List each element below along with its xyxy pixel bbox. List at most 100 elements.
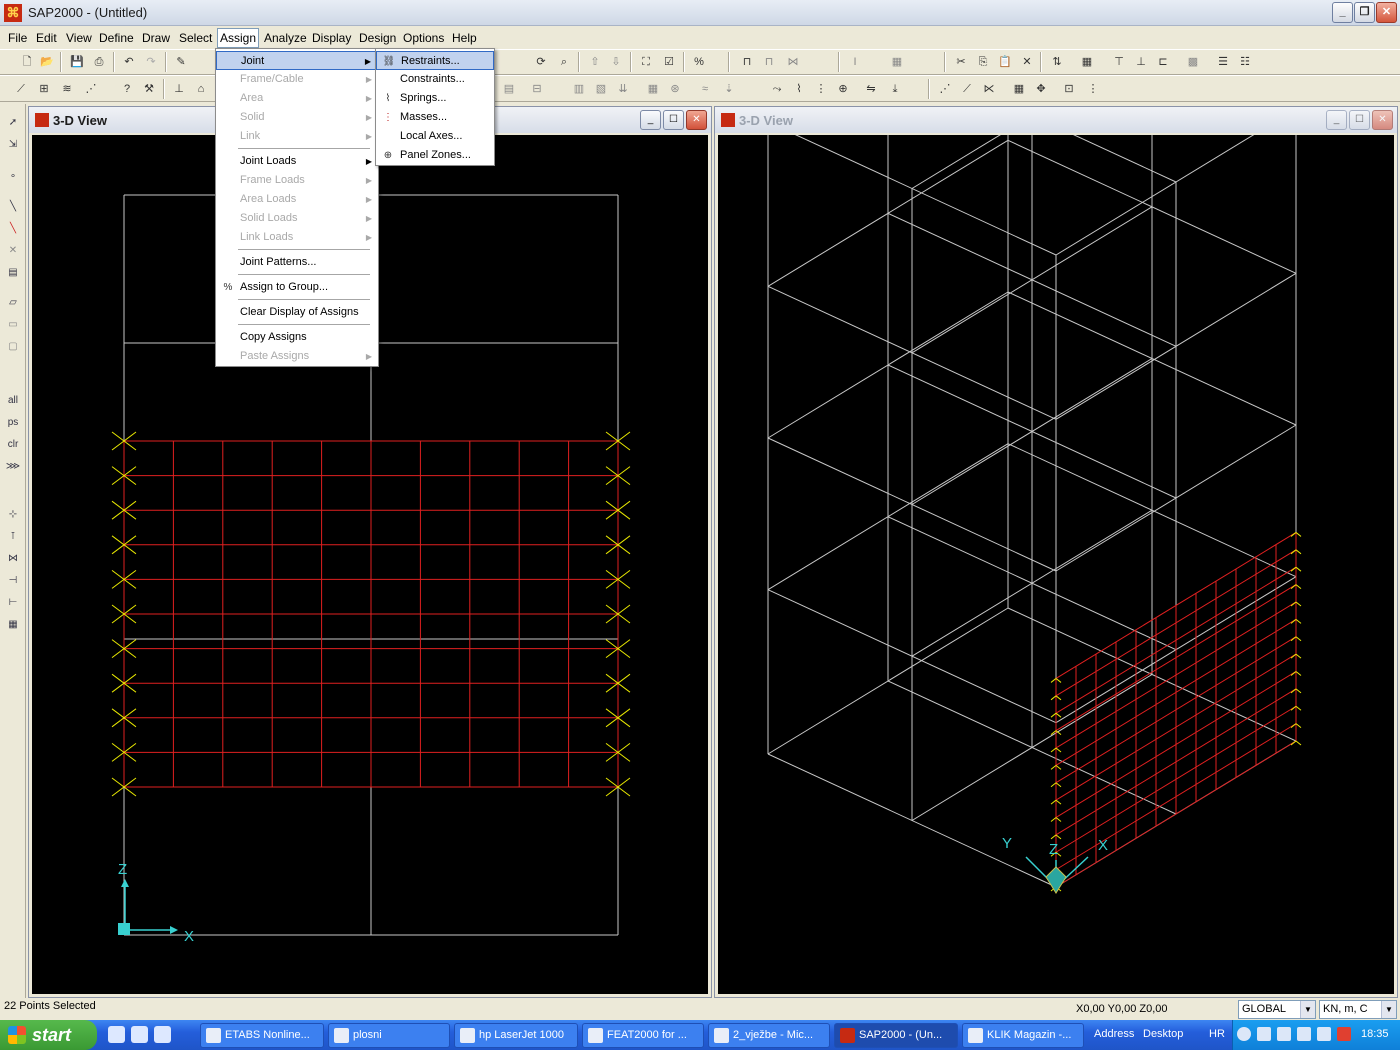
assign-frame-cable-item[interactable]: Frame/Cable ▶ — [216, 70, 378, 89]
pressure-icon[interactable]: ▦ — [644, 80, 662, 98]
menu-select[interactable]: Select — [177, 30, 214, 46]
pencil-icon[interactable]: ✎ — [172, 53, 190, 71]
paste-icon[interactable]: 📋 — [996, 53, 1014, 71]
snap-grid-icon[interactable]: ▦ — [1010, 80, 1028, 98]
right-view-maximize-button[interactable]: ☐ — [1349, 110, 1370, 130]
snap-end-icon[interactable]: ⊺ — [4, 528, 22, 546]
menu-design[interactable]: Design — [357, 30, 398, 46]
assign-area-loads-item[interactable]: Area Loads ▶ — [216, 190, 378, 209]
coord-system-select[interactable]: GLOBAL ▼ — [1238, 1000, 1316, 1019]
snap-fine-grid-icon[interactable]: ▦ — [4, 616, 22, 634]
task-printer[interactable]: hp LaserJet 1000 — [454, 1023, 578, 1048]
previous-selection-tool[interactable]: ps — [4, 414, 22, 432]
area-load-icon[interactable]: ▥ — [570, 80, 588, 98]
snap-perpendicular-icon[interactable]: ⊣ — [4, 572, 22, 590]
maximize-button[interactable]: ❐ — [1354, 2, 1375, 23]
copy-assigns-item[interactable]: Copy Assigns — [216, 328, 378, 347]
task-etabs[interactable]: ETABS Nonline... — [200, 1023, 324, 1048]
assign-solid-loads-item[interactable]: Solid Loads ▶ — [216, 209, 378, 228]
joint-constraints-item[interactable]: Constraints... — [376, 70, 494, 89]
undo-icon[interactable]: ↶ — [120, 53, 138, 71]
assign-link-loads-item[interactable]: Link Loads ▶ — [216, 228, 378, 247]
percent-icon[interactable]: % — [690, 53, 708, 71]
snap-intersection-icon[interactable]: ⋈ — [4, 550, 22, 568]
rubber-band-zoom-icon[interactable]: ⌕ — [555, 53, 573, 71]
draw-curved-frame-icon[interactable]: ⊓ — [760, 53, 778, 71]
frame-release-icon[interactable]: ⇋ — [862, 80, 880, 98]
menu-display[interactable]: Display — [310, 30, 353, 46]
delete-icon[interactable]: ✕ — [1018, 53, 1036, 71]
menu-edit[interactable]: Edit — [34, 30, 59, 46]
quick-draw-area-icon[interactable]: ▢ — [4, 338, 22, 356]
joint-masses-item[interactable]: ⋮ Masses... — [376, 108, 494, 127]
snap-perp-icon[interactable]: ✥ — [1032, 80, 1050, 98]
assign-frame-loads-item[interactable]: Frame Loads ▶ — [216, 171, 378, 190]
assign-area-item[interactable]: Area ▶ — [216, 89, 378, 108]
quicklaunch-ie-icon[interactable] — [131, 1026, 148, 1043]
refresh-icon[interactable]: ⟳ — [532, 53, 550, 71]
checkbox-icon[interactable]: ☑ — [660, 53, 678, 71]
snap-edge-icon[interactable]: ⊢ — [4, 594, 22, 612]
joint-springs-item[interactable]: ⌇ Springs... — [376, 89, 494, 108]
assign-joint-item[interactable]: Joint ▶ — [216, 51, 378, 70]
address-toolbar-label[interactable]: Address — [1094, 1028, 1134, 1040]
tray-expand-icon[interactable] — [1237, 1027, 1251, 1041]
snap-options-icon[interactable]: ⊡ — [1060, 80, 1078, 98]
assign-solid-item[interactable]: Solid ▶ — [216, 108, 378, 127]
grid-icon[interactable]: ▦ — [1078, 53, 1096, 71]
snap-intersect-icon[interactable]: ⋉ — [980, 80, 998, 98]
spring-icon[interactable]: ⌇ — [790, 80, 808, 98]
frame-sections-icon[interactable]: ⊞ — [35, 80, 53, 98]
left-view-minimize-button[interactable]: _ — [640, 110, 661, 130]
draw-point-icon[interactable]: ∘ — [4, 168, 22, 186]
gravity-icon[interactable]: ⇊ — [614, 80, 632, 98]
task-klik[interactable]: KLIK Magazin -... — [962, 1023, 1084, 1048]
quicklaunch-show-desktop-icon[interactable] — [154, 1026, 171, 1043]
load-pattern-icon[interactable]: ⊟ — [528, 80, 546, 98]
layers-icon[interactable]: ≋ — [58, 80, 76, 98]
local-axes-toolbar-icon[interactable]: ⊕ — [834, 80, 852, 98]
snap-all-icon[interactable]: ⋮ — [1084, 80, 1102, 98]
snap-lines-icon[interactable]: ⟋ — [958, 80, 976, 98]
snap-joint-icon[interactable]: ⊹ — [4, 506, 22, 524]
right-view-minimize-button[interactable]: _ — [1326, 110, 1347, 130]
language-indicator[interactable]: HR — [1209, 1028, 1225, 1040]
deformed-icon[interactable]: ⤳ — [768, 80, 786, 98]
left-view-close-button[interactable]: ✕ — [686, 110, 707, 130]
tools-icon[interactable]: ⚒ — [140, 80, 158, 98]
assign-to-group-item[interactable]: % Assign to Group... — [216, 278, 378, 297]
quicklaunch-explorer-icon[interactable] — [108, 1026, 125, 1043]
task-feat2000[interactable]: FEAT2000 for ... — [582, 1023, 704, 1048]
assign-joint-loads-item[interactable]: Joint Loads ▶ — [216, 152, 378, 171]
move-up-icon[interactable]: ⇧ — [586, 53, 604, 71]
start-button[interactable]: start — [0, 1020, 97, 1050]
align-icon[interactable]: ☰ — [1214, 53, 1232, 71]
right-view-close-button[interactable]: ✕ — [1372, 110, 1393, 130]
menu-help[interactable]: Help — [450, 30, 479, 46]
tray-updates-icon[interactable] — [1317, 1027, 1331, 1041]
draw-brace-icon[interactable]: ✕ — [4, 242, 22, 260]
mass-icon[interactable]: ⋮ — [812, 80, 830, 98]
right-3d-view-window[interactable]: 3-D View _ ☐ ✕ Y Z X — [714, 0, 1398, 998]
menu-file[interactable]: File — [6, 30, 29, 46]
tray-network-icon[interactable] — [1257, 1027, 1271, 1041]
menu-assign[interactable]: Assign — [217, 28, 260, 48]
desktop-toolbar-label[interactable]: Desktop — [1143, 1028, 1183, 1040]
quick-draw-frame-icon[interactable]: ╲ — [4, 220, 22, 238]
copy-icon[interactable]: ⎘ — [974, 53, 992, 71]
snap-points-icon[interactable]: ⋰ — [936, 80, 954, 98]
minimize-button[interactable]: _ — [1332, 2, 1353, 23]
draw-section-cut-icon[interactable]: ▤ — [4, 264, 22, 282]
menu-define[interactable]: Define — [97, 30, 136, 46]
tray-acrobat-icon[interactable] — [1337, 1027, 1351, 1041]
restraint-icon[interactable]: ⊥ — [170, 80, 188, 98]
clear-selection-tool[interactable]: clr — [4, 436, 22, 454]
tray-volume-icon[interactable] — [1277, 1027, 1291, 1041]
task-plosni[interactable]: plosni — [328, 1023, 450, 1048]
right-view-caption[interactable]: 3-D View _ ☐ ✕ — [715, 107, 1397, 133]
assign-joint-patterns-item[interactable]: Joint Patterns... — [216, 253, 378, 272]
draw-cable-icon[interactable]: ⋈ — [784, 53, 802, 71]
join-icon[interactable]: ⊏ — [1154, 53, 1172, 71]
task-word[interactable]: 2_vježbe - Mic... — [708, 1023, 830, 1048]
uniform-icon[interactable]: ⇣ — [720, 80, 738, 98]
